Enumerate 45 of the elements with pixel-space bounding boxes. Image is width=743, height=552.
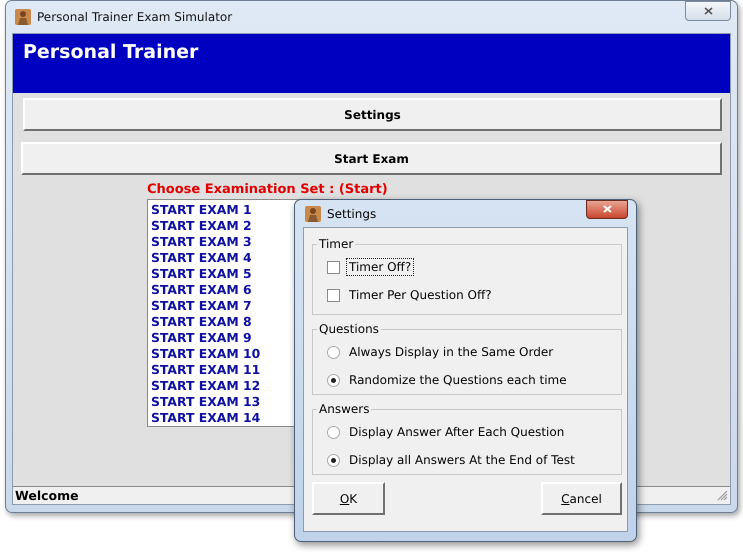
exam-list-item[interactable]: START EXAM 13 bbox=[151, 394, 260, 410]
close-icon bbox=[602, 205, 612, 213]
checkbox[interactable] bbox=[327, 260, 340, 274]
close-button[interactable] bbox=[685, 1, 731, 21]
option-label[interactable]: Randomize the Questions each time bbox=[346, 371, 570, 389]
close-button[interactable] bbox=[586, 200, 628, 218]
exam-list-item[interactable]: START EXAM 9 bbox=[151, 330, 252, 346]
exam-list-item[interactable]: START EXAM 14 bbox=[151, 410, 260, 426]
exam-list-item[interactable]: START EXAM 12 bbox=[151, 378, 260, 394]
option-label[interactable]: Display Answer After Each Question bbox=[346, 423, 568, 441]
radio-button[interactable] bbox=[327, 426, 340, 438]
exam-list-item[interactable]: START EXAM 10 bbox=[151, 346, 260, 362]
option-label[interactable]: Always Display in the Same Order bbox=[346, 343, 556, 361]
app-icon bbox=[305, 206, 321, 222]
group-title: Answers bbox=[318, 402, 370, 416]
group-title: Timer bbox=[318, 237, 354, 251]
app-heading: Personal Trainer bbox=[23, 41, 198, 63]
group-title: Questions bbox=[318, 322, 380, 336]
window-title: Personal Trainer Exam Simulator bbox=[37, 10, 234, 24]
action-button[interactable]: Settings bbox=[23, 98, 722, 131]
exam-list-item[interactable]: START EXAM 6 bbox=[151, 282, 252, 298]
dialog-button[interactable]: OK bbox=[312, 482, 385, 515]
option-label[interactable]: Display all Answers At the End of Test bbox=[346, 451, 578, 469]
resize-grip-icon bbox=[717, 490, 728, 501]
status-text: Welcome bbox=[15, 488, 79, 503]
radio-button[interactable] bbox=[327, 374, 340, 386]
exam-list-item[interactable]: START EXAM 3 bbox=[151, 234, 252, 250]
dialog-button[interactable]: Cancel bbox=[541, 482, 622, 515]
exam-list-item[interactable]: START EXAM 8 bbox=[151, 314, 252, 330]
option-label[interactable]: Timer Off? bbox=[346, 258, 414, 276]
option-label[interactable]: Timer Per Question Off? bbox=[346, 286, 495, 304]
close-icon bbox=[704, 7, 712, 15]
exam-list-item[interactable]: START EXAM 2 bbox=[151, 218, 252, 234]
dialog-title: Settings bbox=[327, 206, 378, 220]
action-button[interactable]: Start Exam bbox=[21, 142, 722, 175]
exam-list-item[interactable]: START EXAM 5 bbox=[151, 266, 252, 282]
list-label: Choose Examination Set : (Start) bbox=[147, 182, 388, 197]
radio-button[interactable] bbox=[327, 346, 340, 358]
exam-list-item[interactable]: START EXAM 1 bbox=[151, 202, 252, 218]
exam-list-item[interactable]: START EXAM 7 bbox=[151, 298, 252, 314]
checkbox[interactable] bbox=[327, 288, 340, 302]
radio-button[interactable] bbox=[327, 454, 340, 466]
app-icon bbox=[15, 9, 31, 25]
exam-list-item[interactable]: START EXAM 11 bbox=[151, 362, 260, 378]
exam-list-item[interactable]: START EXAM 4 bbox=[151, 250, 252, 266]
